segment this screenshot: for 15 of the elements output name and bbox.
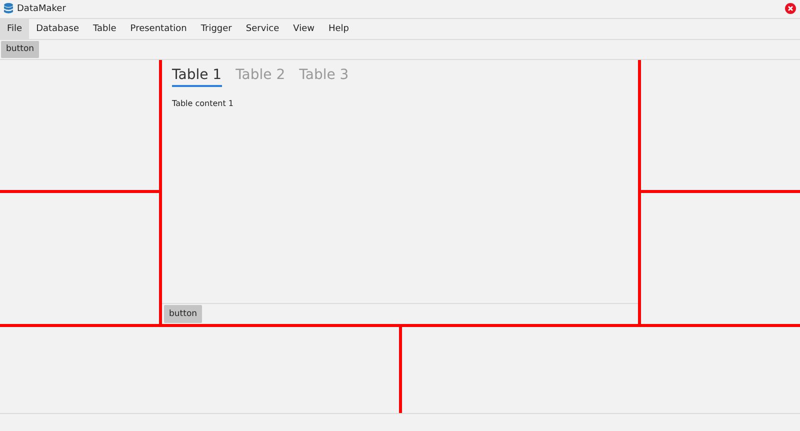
database-icon [4,3,13,14]
menu-item[interactable]: Table [86,18,124,39]
menu-item[interactable]: File [0,18,30,39]
menu-item[interactable]: Trigger [194,18,239,39]
menu-item[interactable]: Database [29,18,86,39]
menu-item[interactable]: Presentation [123,18,194,39]
close-icon[interactable] [785,3,796,14]
panel-button[interactable]: button [164,305,202,324]
menu-item[interactable]: Help [322,18,356,39]
tab[interactable]: Table 1 [172,66,222,87]
window-title: DataMaker [17,4,67,14]
menu-item[interactable]: Service [238,18,286,39]
menu-item[interactable]: View [286,18,322,39]
toolbar-button[interactable]: button [1,40,40,58]
tab-content-text: Table content 1 [172,98,234,108]
